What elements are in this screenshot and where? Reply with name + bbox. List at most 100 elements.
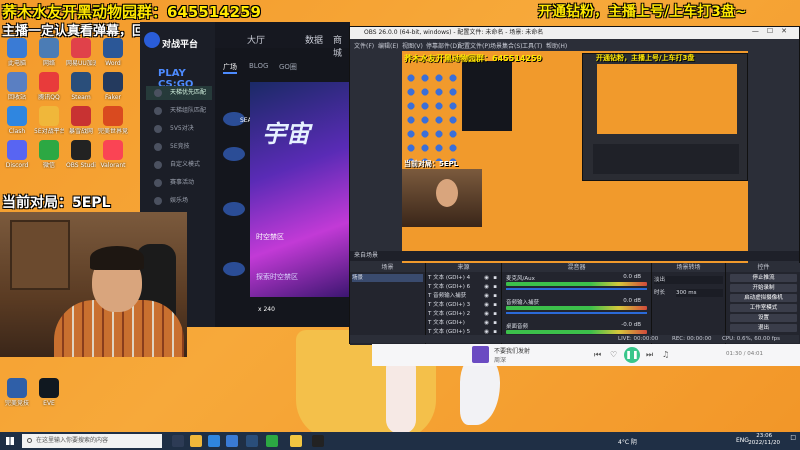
menu-item[interactable]: 场景集合(S) bbox=[490, 41, 523, 50]
file-explorer-icon[interactable] bbox=[190, 435, 202, 447]
lock-icon[interactable]: ▪ bbox=[493, 319, 497, 327]
desktop-icon[interactable]: Faker bbox=[98, 72, 128, 101]
search-box[interactable]: 在这里输入你要搜索的内容 bbox=[22, 434, 162, 448]
desktop-icon[interactable]: Valorant bbox=[98, 140, 128, 169]
edge-icon[interactable] bbox=[208, 435, 220, 447]
desktop-icon[interactable]: 完美竞技 bbox=[2, 378, 32, 407]
menu-item[interactable]: 工具(T) bbox=[522, 41, 542, 50]
source-item[interactable]: T 文本 (GDI+) 2 ◉ ▪ bbox=[428, 310, 499, 318]
lock-icon[interactable]: ▪ bbox=[493, 274, 497, 282]
desktop-icon[interactable]: 腾讯QQ bbox=[34, 72, 64, 101]
feed-avatar-icon[interactable] bbox=[223, 202, 245, 216]
language-indicator[interactable]: ENG bbox=[736, 437, 749, 444]
source-label: 文本 (GDI+) 2 bbox=[433, 311, 471, 317]
visibility-icon[interactable]: ◉ bbox=[484, 274, 489, 282]
desktop-icon[interactable]: OBS Studio bbox=[66, 140, 96, 169]
task-view-icon[interactable] bbox=[172, 435, 184, 447]
platform-menu-item[interactable]: 娱乐场 bbox=[146, 194, 212, 208]
platform-menu-item[interactable]: 5V5对决 bbox=[146, 122, 212, 136]
window-controls[interactable]: —☐✕ bbox=[752, 27, 795, 35]
control-button[interactable]: 开始录制 bbox=[730, 284, 797, 292]
duration-input[interactable]: 300 ms bbox=[676, 289, 723, 297]
visibility-icon[interactable]: ◉ bbox=[484, 319, 489, 327]
control-button[interactable]: 停止推流 bbox=[730, 274, 797, 282]
steam-icon[interactable] bbox=[246, 435, 258, 447]
feed-avatar-icon[interactable] bbox=[223, 147, 245, 161]
desktop-icon[interactable]: Steam bbox=[66, 72, 96, 101]
desktop-icon[interactable]: Word bbox=[98, 38, 128, 67]
menu-item[interactable]: 文件(F) bbox=[354, 41, 374, 50]
transition-select[interactable]: 淡出 bbox=[654, 276, 723, 284]
platform-menu-item[interactable]: 天梯优先匹配 bbox=[146, 86, 212, 100]
volume-icon[interactable]: ♫ bbox=[662, 350, 669, 359]
desktop-icon-label: EVE bbox=[43, 400, 55, 407]
like-icon[interactable]: ♡ bbox=[610, 350, 617, 359]
desktop-icon[interactable]: EVE bbox=[34, 378, 64, 407]
platform-menu-item[interactable]: 自定义模式 bbox=[146, 158, 212, 172]
subtab-go-circle[interactable]: GO圈 bbox=[279, 62, 297, 72]
desktop-icon[interactable]: 网络 bbox=[34, 38, 64, 67]
lock-icon[interactable]: ▪ bbox=[493, 301, 497, 309]
menu-item[interactable]: 编辑(E) bbox=[378, 41, 398, 50]
feed-avatar-icon[interactable] bbox=[223, 262, 245, 276]
source-item[interactable]: T 音频输入捕获 ◉ ▪ bbox=[428, 292, 499, 300]
desktop-icon-label: Faker bbox=[105, 94, 121, 101]
weather-label[interactable]: 4°C 阴 bbox=[618, 437, 637, 446]
desktop-icon[interactable]: 5E对战平台 bbox=[34, 106, 64, 135]
desktop-icon[interactable]: Discord bbox=[2, 140, 32, 169]
source-item[interactable]: T 文本 (GDI+) 3 ◉ ▪ bbox=[428, 301, 499, 309]
visibility-icon[interactable]: ◉ bbox=[484, 301, 489, 309]
tab-lobby[interactable]: 大厅 bbox=[247, 33, 265, 46]
menu-item[interactable]: 停靠部件(D) bbox=[426, 41, 459, 50]
next-icon[interactable]: ⏭ bbox=[646, 350, 653, 360]
desktop-icon[interactable]: Clash bbox=[2, 106, 32, 135]
control-button[interactable]: 设置 bbox=[730, 314, 797, 322]
album-art[interactable] bbox=[472, 346, 489, 363]
control-button[interactable]: 启动虚拟摄像机 bbox=[730, 294, 797, 302]
clock[interactable]: 23:06 2022/11/20 bbox=[748, 433, 780, 447]
app-icon bbox=[39, 72, 59, 92]
source-item[interactable]: T 文本 (GDI+) 4 ◉ ▪ bbox=[428, 274, 499, 282]
wechat-icon[interactable] bbox=[266, 435, 278, 447]
subtab-square[interactable]: 广场 bbox=[223, 62, 237, 74]
visibility-icon[interactable]: ◉ bbox=[484, 292, 489, 300]
menu-item[interactable]: 视图(V) bbox=[402, 41, 423, 50]
desktop-icon[interactable]: 网易UU加速器 bbox=[66, 38, 96, 67]
platform-menu-item[interactable]: 5E竞技 bbox=[146, 140, 212, 154]
source-item[interactable]: T 文本 (GDI+) 6 ◉ ▪ bbox=[428, 283, 499, 291]
start-icon[interactable] bbox=[6, 437, 14, 445]
notification-icon[interactable]: □ bbox=[790, 434, 796, 441]
pause-button[interactable]: ❚❚ bbox=[624, 347, 640, 363]
desktop-icon[interactable]: 回收站 bbox=[2, 72, 32, 101]
lock-icon[interactable]: ▪ bbox=[493, 292, 497, 300]
event-banner[interactable]: 宇宙 时空禁区 探索时空禁区 bbox=[250, 82, 350, 297]
menu-item[interactable]: 配置文件(P) bbox=[458, 41, 490, 50]
menu-item[interactable]: 帮助(H) bbox=[546, 41, 567, 50]
platform-menu-item[interactable]: 赛事活动 bbox=[146, 176, 212, 190]
visibility-icon[interactable]: ◉ bbox=[484, 283, 489, 291]
control-button[interactable]: 工作室模式 bbox=[730, 304, 797, 312]
obs-icon[interactable] bbox=[312, 435, 324, 447]
tab-data[interactable]: 数据 bbox=[305, 33, 323, 46]
desktop-icon[interactable]: 此电脑 bbox=[2, 38, 32, 67]
preview-webcam bbox=[402, 169, 482, 227]
lock-icon[interactable]: ▪ bbox=[493, 283, 497, 291]
mixer-db-value: 0.0 dB bbox=[623, 298, 641, 304]
platform-menu-item[interactable]: 天梯组队匹配 bbox=[146, 104, 212, 118]
control-button[interactable]: 退出 bbox=[730, 324, 797, 332]
app-icon bbox=[7, 72, 27, 92]
desktop-icon[interactable]: 暴雪战网 bbox=[66, 106, 96, 135]
store-icon[interactable] bbox=[226, 435, 238, 447]
subtab-blog[interactable]: BLOG bbox=[249, 62, 268, 70]
5e-icon[interactable] bbox=[290, 435, 302, 447]
desktop-icon[interactable]: 微信 bbox=[34, 140, 64, 169]
visibility-icon[interactable]: ◉ bbox=[484, 310, 489, 318]
prev-icon[interactable]: ⏮ bbox=[594, 350, 601, 360]
scene-item[interactable]: 场景 bbox=[352, 274, 423, 282]
volume-slider[interactable] bbox=[506, 288, 647, 290]
desktop-icon[interactable]: 完美世界竞技平台 bbox=[98, 106, 128, 135]
source-item[interactable]: T 文本 (GDI+) ◉ ▪ bbox=[428, 319, 499, 327]
lock-icon[interactable]: ▪ bbox=[493, 310, 497, 318]
tab-store[interactable]: 商城 bbox=[333, 33, 350, 59]
volume-slider[interactable] bbox=[506, 312, 647, 314]
